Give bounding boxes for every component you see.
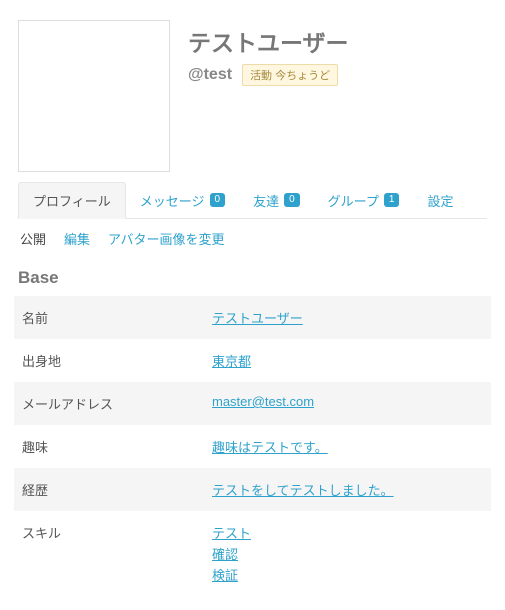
field-value-career: テストをしてテストしました。 (212, 480, 481, 499)
link-hobby[interactable]: 趣味はテストです。 (212, 440, 328, 455)
field-value-origin: 東京都 (212, 351, 481, 370)
field-label-origin: 出身地 (22, 351, 212, 370)
tab-settings-label: 設定 (427, 191, 453, 210)
tab-messages-count: 0 (210, 193, 226, 207)
link-name[interactable]: テストユーザー (212, 311, 303, 326)
main-tabs: プロフィール メッセージ 0 友達 0 グループ 1 設定 (18, 182, 487, 219)
field-row-origin: 出身地 東京都 (14, 339, 491, 382)
field-value-skills: テスト 確認 検証 (212, 523, 481, 584)
tab-groups[interactable]: グループ 1 (314, 182, 414, 218)
link-email[interactable]: master@test.com (212, 394, 314, 409)
profile-header: テストユーザー @test 活動 今ちょうど (0, 0, 505, 182)
user-handle: @test (188, 66, 232, 84)
tab-friends[interactable]: 友達 0 (239, 182, 314, 218)
tab-profile[interactable]: プロフィール (18, 182, 126, 219)
link-skill[interactable]: 検証 (212, 565, 481, 584)
field-row-name: 名前 テストユーザー (14, 296, 491, 339)
field-label-career: 経歴 (22, 480, 212, 499)
field-value-hobby: 趣味はテストです。 (212, 437, 481, 456)
field-label-hobby: 趣味 (22, 437, 212, 456)
field-row-email: メールアドレス master@test.com (14, 382, 491, 425)
field-row-skills: スキル テスト 確認 検証 (14, 511, 491, 596)
subtab-edit[interactable]: 編集 (64, 229, 90, 248)
field-label-skills: スキル (22, 523, 212, 584)
section-title-base: Base (18, 268, 491, 288)
tab-settings[interactable]: 設定 (413, 182, 467, 218)
field-row-hobby: 趣味 趣味はテストです。 (14, 425, 491, 468)
sub-tabs: 公開 編集 アバター画像を変更 (18, 219, 487, 262)
field-row-career: 経歴 テストをしてテストしました。 (14, 468, 491, 511)
tab-groups-count: 1 (384, 193, 400, 207)
tab-friends-label: 友達 (253, 191, 279, 210)
tab-messages-label: メッセージ (140, 191, 205, 210)
link-skill[interactable]: 確認 (212, 544, 481, 563)
link-skill[interactable]: テスト (212, 523, 481, 542)
handle-row: @test 活動 今ちょうど (188, 64, 487, 86)
field-value-email: master@test.com (212, 394, 481, 413)
display-name: テストユーザー (188, 24, 487, 58)
tabs-container: プロフィール メッセージ 0 友達 0 グループ 1 設定 公開 編集 アバター… (0, 182, 505, 262)
subtab-public[interactable]: 公開 (20, 229, 46, 248)
subtab-avatar[interactable]: アバター画像を変更 (108, 229, 224, 248)
field-label-name: 名前 (22, 308, 212, 327)
profile-page: テストユーザー @test 活動 今ちょうど プロフィール メッセージ 0 友達… (0, 0, 505, 610)
link-origin[interactable]: 東京都 (212, 354, 251, 369)
field-value-name: テストユーザー (212, 308, 481, 327)
field-label-email: メールアドレス (22, 394, 212, 413)
tab-friends-count: 0 (284, 193, 300, 207)
header-info: テストユーザー @test 活動 今ちょうど (188, 20, 487, 172)
profile-content: Base 名前 テストユーザー 出身地 東京都 メールアドレス master@t… (0, 268, 505, 610)
avatar[interactable] (18, 20, 170, 172)
link-career[interactable]: テストをしてテストしました。 (212, 483, 394, 498)
tab-messages[interactable]: メッセージ 0 (126, 182, 239, 218)
tab-groups-label: グループ (328, 191, 379, 210)
activity-badge: 活動 今ちょうど (242, 64, 338, 86)
tab-profile-label: プロフィール (33, 191, 111, 210)
